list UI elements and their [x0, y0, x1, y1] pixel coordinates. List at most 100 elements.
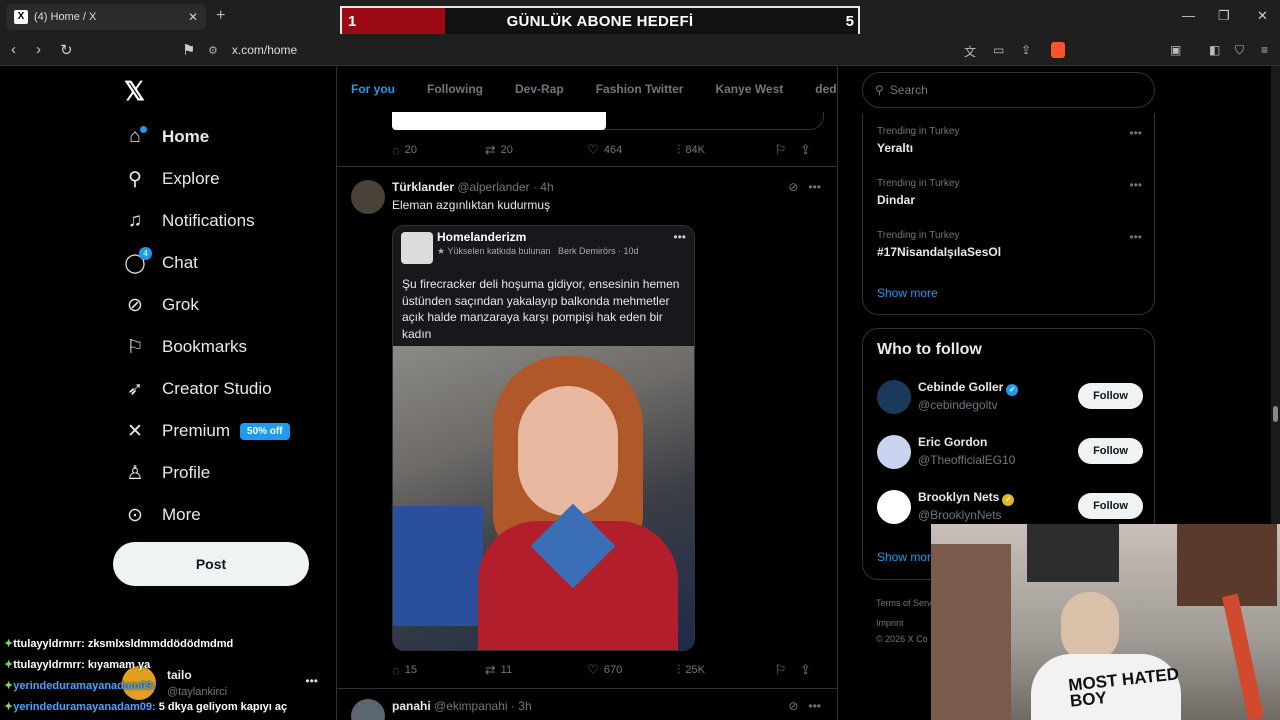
sidebar-item-profile[interactable]: ♙ Profile — [122, 452, 332, 494]
bookmark-tweet-button[interactable]: ⚐ — [775, 142, 800, 158]
close-tab-icon[interactable]: ✕ — [188, 10, 198, 24]
stream-chat-overlay: ✦ttulayyldrmrr: zksmlxsldmmddödödmdmd ✦t… — [4, 634, 324, 718]
tab-for-you[interactable]: For you — [351, 82, 395, 96]
minimize-icon[interactable]: — — [1182, 8, 1195, 23]
sidebar-item-premium[interactable]: ✕ Premium 50% off — [122, 410, 332, 452]
sidebar-toggle-icon[interactable]: ◧ — [1209, 43, 1220, 57]
suggestion-handle: @BrooklynNets — [918, 508, 1002, 522]
sidebar-item-label: Creator Studio — [162, 379, 272, 398]
repost-count: 20 — [500, 144, 513, 156]
url-field[interactable]: ⚙ x.com/home — [208, 39, 948, 61]
quote-more-icon[interactable]: ••• — [673, 230, 686, 244]
follow-button[interactable]: Follow — [1078, 493, 1143, 519]
quote-card[interactable]: Homelanderizm ★ Yükselen katkıda bulunan… — [392, 225, 695, 651]
goal-target: 5 — [845, 13, 854, 30]
grok-icon[interactable]: ⊘ — [788, 699, 798, 713]
browser-tab[interactable]: X (4) Home / X ✕ — [6, 4, 206, 30]
trend-more-icon[interactable]: ••• — [1129, 126, 1142, 140]
new-tab-icon[interactable]: + — [216, 7, 225, 25]
share-tweet-button[interactable]: ⇪ — [800, 142, 816, 158]
brave-shield-icon[interactable] — [1051, 42, 1065, 58]
tweet[interactable]: panahi @ekimpanahi · 3h ⊘ ••• — [351, 699, 821, 720]
translate-icon[interactable]: 文 — [964, 43, 976, 60]
avatar[interactable] — [351, 180, 385, 214]
bookmark-tweet-button[interactable]: ⚐ — [775, 662, 800, 678]
forward-icon[interactable]: › — [36, 41, 41, 58]
vpn-icon[interactable]: ⛉ — [1235, 43, 1244, 58]
quote-avatar — [401, 232, 433, 264]
close-window-icon[interactable]: ✕ — [1257, 8, 1268, 24]
menu-icon[interactable]: ≡ — [1261, 43, 1268, 57]
tweet-author[interactable]: panahi — [392, 699, 431, 713]
trend-more-icon[interactable]: ••• — [1129, 178, 1142, 192]
sidebar-item-creator-studio[interactable]: ➶ Creator Studio — [122, 368, 332, 410]
repost-icon: ⇄ — [484, 142, 496, 157]
search-icon: ⚲ — [875, 83, 884, 97]
sidebar-item-home[interactable]: ⌂ Home — [122, 116, 332, 158]
repost-button[interactable]: ⇄ 20 — [485, 142, 588, 158]
tweet-author[interactable]: Türklander — [392, 180, 454, 194]
sidebar-item-notifications[interactable]: ♫ Notifications — [122, 200, 332, 242]
sidebar-item-explore[interactable]: ⚲ Explore — [122, 158, 332, 200]
show-more-link[interactable]: Show more — [877, 286, 938, 300]
trend-more-icon[interactable]: ••• — [1129, 230, 1142, 244]
sidebar-item-grok[interactable]: ⊘ Grok — [122, 284, 332, 326]
chat-msg: kıyamam ya — [87, 659, 151, 671]
trend-item[interactable]: Trending in Turkey Yeraltı ••• — [877, 126, 1142, 155]
share-icon[interactable]: ⇪ — [1021, 43, 1031, 57]
maximize-icon[interactable]: ❐ — [1218, 8, 1230, 24]
footer-terms[interactable]: Terms of Servi — [876, 597, 934, 609]
sidebar-item-chat[interactable]: ◯ 4 Chat — [122, 242, 332, 284]
subscriber-goal-overlay: 1 GÜNLÜK ABONE HEDEFİ 5 — [340, 6, 860, 37]
tab-kanye-west[interactable]: Kanye West — [715, 82, 783, 96]
tweet-time[interactable]: 4h — [540, 180, 553, 194]
follow-suggestion[interactable]: Eric Gordon @TheofficialEG10 Follow — [877, 433, 1143, 473]
show-more-link[interactable]: Show more — [877, 550, 938, 564]
goal-label: GÜNLÜK ABONE HEDEFİ — [506, 13, 694, 30]
reply-button[interactable]: ◌ 15 — [392, 663, 485, 678]
follow-suggestion[interactable]: Brooklyn Nets ✓ @BrooklynNets Follow — [877, 488, 1143, 528]
like-button[interactable]: ♡ 670 — [587, 662, 677, 678]
sidebar-item-more[interactable]: ⊙ More — [122, 494, 332, 536]
tweet-more-icon[interactable]: ••• — [808, 699, 821, 713]
tab-dev-rap[interactable]: Dev-Rap — [515, 82, 564, 96]
sidebar-item-label: Explore — [162, 169, 220, 188]
follow-button[interactable]: Follow — [1078, 383, 1143, 409]
page-scrollbar[interactable] — [1271, 66, 1280, 524]
like-button[interactable]: ♡ 464 — [587, 142, 677, 158]
x-logo-icon[interactable]: 𝕏 — [124, 76, 145, 107]
tab-dedekon[interactable]: dedeKon — [815, 82, 837, 96]
grok-icon: ⊘ — [127, 294, 143, 316]
tweet-time[interactable]: 3h — [518, 699, 531, 713]
follow-suggestion[interactable]: Cebinde Goller ✓ @cebindegoltv Follow — [877, 378, 1143, 418]
bookmark-page-icon[interactable]: ⚑ — [182, 41, 195, 59]
tweet-more-icon[interactable]: ••• — [808, 180, 821, 194]
tab-fashion-twitter[interactable]: Fashion Twitter — [596, 82, 684, 96]
footer-imprint[interactable]: Imprint — [876, 617, 934, 629]
grok-icon[interactable]: ⊘ — [788, 180, 798, 194]
sidebar-item-label: Profile — [162, 463, 211, 482]
site-info-icon[interactable]: ⚙ — [208, 44, 218, 57]
reply-button[interactable]: ◌ 20 — [392, 143, 485, 158]
search-input[interactable]: ⚲ Search — [862, 72, 1155, 108]
trend-item[interactable]: Trending in Turkey Dindar ••• — [877, 178, 1142, 207]
repost-button[interactable]: ⇄ 11 — [485, 662, 588, 678]
reload-icon[interactable]: ↻ — [60, 41, 73, 59]
scrollbar-thumb[interactable] — [1273, 406, 1278, 422]
tweet-handle[interactable]: @ekimpanahi — [434, 699, 508, 713]
quote-photo[interactable] — [393, 346, 694, 650]
views-button[interactable]: ⫶ 84K — [677, 142, 775, 158]
tab-following[interactable]: Following — [427, 82, 483, 96]
share-tweet-button[interactable]: ⇪ — [800, 662, 816, 678]
tweet-handle[interactable]: @alperlander — [457, 180, 529, 194]
trend-item[interactable]: Trending in Turkey #17NisandaIşılaSesOl … — [877, 230, 1142, 259]
follow-button[interactable]: Follow — [1078, 438, 1143, 464]
views-button[interactable]: ⫶ 25K — [677, 662, 775, 678]
avatar[interactable] — [351, 699, 385, 720]
cast-icon[interactable]: ▭ — [993, 43, 1004, 57]
post-button[interactable]: Post — [113, 542, 309, 586]
screenshot-icon[interactable]: ▣ — [1170, 43, 1181, 57]
sidebar-item-bookmarks[interactable]: ⚐ Bookmarks — [122, 326, 332, 368]
back-icon[interactable]: ‹ — [11, 41, 16, 58]
avatar — [877, 435, 911, 469]
